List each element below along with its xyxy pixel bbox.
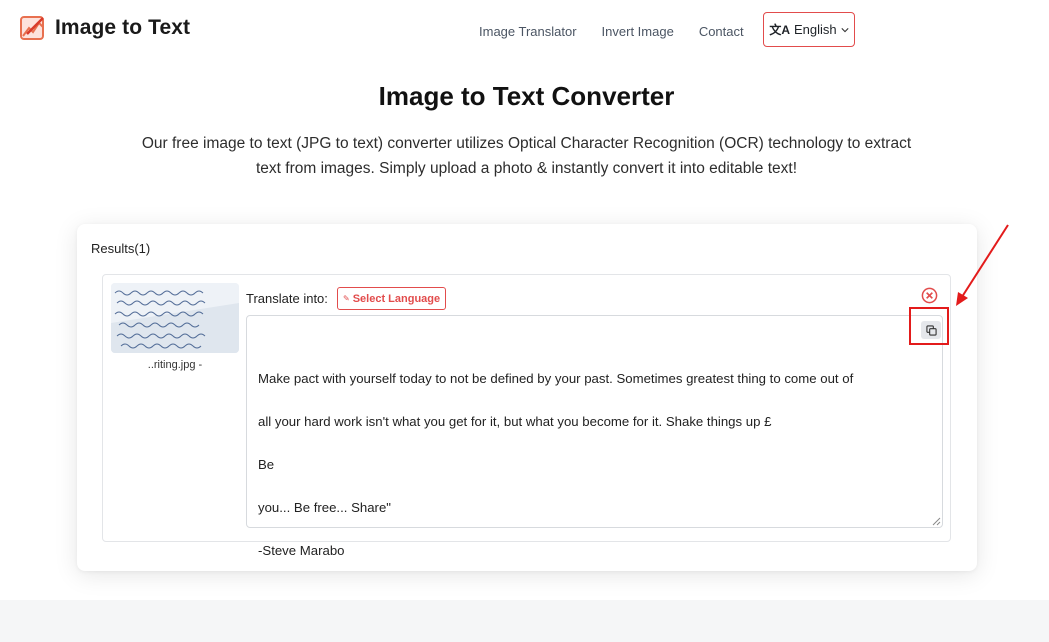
- image-thumbnail[interactable]: [111, 283, 239, 353]
- description-line-1: Our free image to text (JPG to text) con…: [141, 135, 912, 152]
- handwriting-image: [111, 283, 239, 353]
- annotation-highlight-box: [909, 307, 949, 345]
- select-language-button[interactable]: ✎ Select Language: [337, 287, 447, 310]
- translate-icon: 文A: [769, 23, 791, 37]
- ocr-line: Be: [258, 456, 275, 472]
- ocr-line: all your hard work isn't what you get fo…: [258, 413, 772, 429]
- close-icon[interactable]: [921, 287, 938, 304]
- ocr-line: -Steve Marabo: [258, 542, 345, 558]
- ocr-line: you... Be free... Share": [258, 499, 391, 515]
- sparkle-icon: ✎: [343, 294, 350, 303]
- result-item: ..riting.jpg - Translate into: ✎ Select …: [102, 274, 951, 558]
- ocr-result-textarea[interactable]: Make pact with yourself today to not be …: [246, 315, 943, 558]
- logo[interactable]: Image to Text: [19, 14, 190, 42]
- select-language-label: Select Language: [352, 292, 441, 305]
- description-line-2: text from images. Simply upload a photo …: [255, 160, 798, 177]
- nav-invert-image[interactable]: Invert Image: [602, 24, 674, 39]
- resize-grip-icon[interactable]: [932, 517, 941, 526]
- language-label: English: [794, 22, 837, 37]
- nav-image-translator[interactable]: Image Translator: [479, 24, 577, 39]
- logo-icon: [20, 16, 44, 40]
- ocr-text: Make pact with yourself today to not be …: [258, 346, 928, 583]
- page-footer-band: [0, 600, 1049, 642]
- page-description: Our free image to text (JPG to text) con…: [118, 131, 935, 181]
- page-title: Image to Text Converter: [378, 81, 675, 111]
- results-count-label: Results(1): [91, 241, 151, 256]
- annotation-arrow-icon: [956, 224, 1009, 306]
- language-selector[interactable]: 文A English: [763, 12, 855, 47]
- ocr-line: Make pact with yourself today to not be …: [258, 370, 854, 386]
- nav-contact[interactable]: Contact: [699, 24, 744, 39]
- logo-text: Image to Text: [55, 16, 191, 39]
- file-name: ..riting.jpg -: [147, 359, 203, 371]
- site-header: Image to Text Image Translator Invert Im…: [0, 0, 1049, 62]
- chevron-down-icon: [841, 27, 849, 32]
- results-card: Results(1) ..riting.jpg - Translate into…: [77, 224, 977, 571]
- main-nav: Image Translator Invert Image Contact: [479, 24, 769, 39]
- translate-label: Translate into:: [246, 291, 328, 306]
